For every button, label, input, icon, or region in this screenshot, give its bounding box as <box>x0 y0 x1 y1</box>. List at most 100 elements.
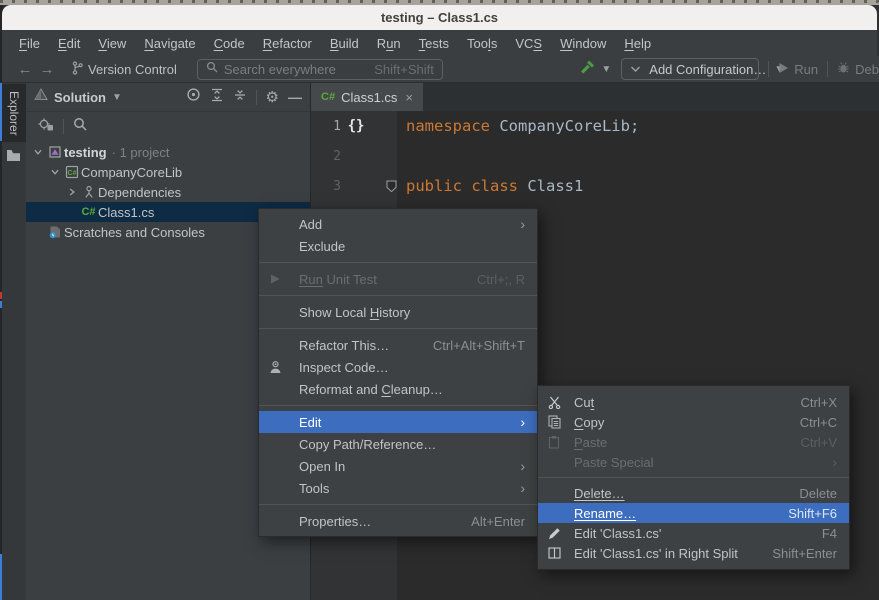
search-icon[interactable] <box>73 117 87 136</box>
solution-view-selector[interactable]: Solution <box>54 90 106 105</box>
menu-separator <box>259 504 537 505</box>
debug-button: Deb <box>837 61 879 77</box>
code-line-3[interactable]: 3public class Class1 <box>311 171 879 201</box>
menu-item-delete[interactable]: Delete…Delete <box>538 483 849 503</box>
code-line-1[interactable]: 1{}namespace CompanyCoreLib; <box>311 111 879 141</box>
close-tab-icon[interactable]: × <box>405 90 413 105</box>
menu-item-label: Open In <box>299 459 345 474</box>
chevron-right-icon[interactable] <box>64 187 79 197</box>
toolbar-right-cluster: ▼ Add Configuration… ▼ Run Deb <box>580 56 879 82</box>
chevron-down-icon[interactable] <box>47 167 62 177</box>
menubar-item-refactor[interactable]: Refactor <box>254 34 321 53</box>
menubar-item-navigate[interactable]: Navigate <box>135 34 204 53</box>
menu-item-rename[interactable]: Rename…Shift+F6 <box>538 503 849 523</box>
menubar-item-window[interactable]: Window <box>551 34 615 53</box>
menu-item-label: Inspect Code… <box>299 360 389 375</box>
version-control-widget[interactable]: Version Control <box>72 61 177 78</box>
explorer-stripe-label: Explorer <box>7 91 21 136</box>
editor-tab-class1[interactable]: C# Class1.cs × <box>311 83 423 111</box>
menu-item-label: Copy <box>574 415 604 430</box>
menu-item-label: Edit 'Class1.cs' <box>574 526 661 541</box>
menu-item-cut[interactable]: CutCtrl+X <box>538 392 849 412</box>
menu-item-copy-path-reference[interactable]: Copy Path/Reference… <box>259 433 537 455</box>
menu-item-refactor-this[interactable]: Refactor This…Ctrl+Alt+Shift+T <box>259 334 537 356</box>
menu-item-open-in[interactable]: Open In › <box>259 455 537 477</box>
ide-window: testing – Class1.cs FileEditViewNavigate… <box>0 0 879 600</box>
code-line-2[interactable]: 2 <box>311 141 879 171</box>
menu-item-shortcut: Ctrl+;, R <box>477 272 525 287</box>
hide-panel-icon[interactable]: — <box>288 90 302 104</box>
menu-item-copy[interactable]: CopyCtrl+C <box>538 412 849 432</box>
build-hammer-icon[interactable] <box>580 59 596 80</box>
forward-arrow-icon[interactable]: → <box>36 61 58 78</box>
menu-item-run-unit-test: Run Unit Test Ctrl+;, R <box>259 268 537 290</box>
menu-item-label: Show Local History <box>299 305 410 320</box>
menubar-item-tools[interactable]: Tools <box>458 34 506 53</box>
menubar-item-edit[interactable]: Edit <box>49 34 89 53</box>
menu-item-shortcut: Shift+Enter <box>772 546 837 561</box>
menu-separator <box>259 328 537 329</box>
expand-all-icon[interactable] <box>210 88 224 107</box>
run-configuration-combo[interactable]: Add Configuration… ▼ <box>621 58 759 80</box>
code-text: namespace CompanyCoreLib; <box>397 117 639 135</box>
menu-item-properties[interactable]: Properties…Alt+Enter <box>259 510 537 532</box>
tree-item-suffix: · 1 project <box>112 145 170 160</box>
chevron-down-icon[interactable] <box>30 147 45 157</box>
menubar-item-vcs[interactable]: VCS <box>506 34 551 53</box>
build-dropdown-caret-icon[interactable]: ▼ <box>601 64 611 75</box>
gear-icon[interactable]: ⚙ <box>266 90 279 105</box>
debug-bug-icon <box>837 61 850 77</box>
titlebar[interactable]: testing – Class1.cs <box>2 5 877 30</box>
search-everywhere-box[interactable]: Search everywhere Shift+Shift <box>197 59 443 80</box>
menu-item-edit[interactable]: Edit› <box>259 411 537 433</box>
solution-view-caret-icon[interactable]: ▼ <box>112 92 122 103</box>
explorer-tool-stripe-button[interactable]: Explorer <box>2 84 26 142</box>
menubar-item-build[interactable]: Build <box>321 34 368 53</box>
select-opened-file-icon[interactable] <box>38 117 54 136</box>
menu-item-edit-class1-cs[interactable]: Edit 'Class1.cs'F4 <box>538 523 849 543</box>
csfile-icon: C# <box>79 206 98 218</box>
code-lines: 1{}namespace CompanyCoreLib;23public cla… <box>311 111 879 201</box>
tree-item-testing[interactable]: testing · 1 project <box>26 142 310 162</box>
menubar: FileEditViewNavigateCodeRefactorBuildRun… <box>2 30 877 56</box>
menu-item-label: Edit <box>299 415 321 430</box>
menu-item-reformat-and-cleanup[interactable]: Reformat and Cleanup… <box>259 378 537 400</box>
tree-item-label: Class1.cs <box>98 205 154 220</box>
menubar-item-file[interactable]: File <box>10 34 49 53</box>
debug-button-label: Deb <box>855 62 879 77</box>
menubar-item-code[interactable]: Code <box>205 34 254 53</box>
locate-target-icon[interactable] <box>186 87 201 107</box>
menubar-item-tests[interactable]: Tests <box>410 34 458 53</box>
menu-item-exclude[interactable]: Exclude <box>259 235 537 257</box>
back-arrow-icon[interactable]: ← <box>14 61 36 78</box>
menu-item-tools[interactable]: Tools› <box>259 477 537 499</box>
folder-icon[interactable] <box>6 149 21 167</box>
menu-item-edit-class1-cs-in-right-split[interactable]: Edit 'Class1.cs' in Right SplitShift+Ent… <box>538 543 849 563</box>
menubar-item-run[interactable]: Run <box>368 34 410 53</box>
tree-item-label: testing <box>64 145 107 160</box>
tree-item-dependencies[interactable]: Dependencies <box>26 182 310 202</box>
menubar-item-help[interactable]: Help <box>615 34 660 53</box>
menu-item-add[interactable]: Add› <box>259 213 537 235</box>
solution-icon <box>34 88 48 106</box>
panel-header-separator <box>256 90 257 105</box>
tree-item-label: Scratches and Consoles <box>64 225 205 240</box>
search-shortcut-hint: Shift+Shift <box>374 62 434 77</box>
menu-item-label: Delete… <box>574 486 625 501</box>
menu-item-label: Properties… <box>299 514 371 529</box>
menu-item-label: Exclude <box>299 239 345 254</box>
menu-item-label: Run Unit Test <box>299 272 377 287</box>
menu-item-inspect-code[interactable]: Inspect Code… <box>259 356 537 378</box>
tree-item-label: Dependencies <box>98 185 181 200</box>
run-button-label: Run <box>794 62 818 77</box>
collapse-all-icon[interactable] <box>233 88 247 107</box>
tree-item-companycorelib[interactable]: C#CompanyCoreLib <box>26 162 310 182</box>
menu-item-shortcut: Ctrl+Alt+Shift+T <box>433 338 525 353</box>
submenu-arrow-icon: › <box>520 459 525 473</box>
menu-item-show-local-history[interactable]: Show Local History <box>259 301 537 323</box>
namespace-braces-gutter-icon: {} <box>341 118 371 134</box>
fold-marker-icon[interactable] <box>371 180 397 193</box>
search-placeholder: Search everywhere <box>224 62 336 77</box>
edit-submenu: CutCtrl+XCopyCtrl+CPasteCtrl+VPaste Spec… <box>537 385 850 570</box>
menubar-item-view[interactable]: View <box>89 34 135 53</box>
